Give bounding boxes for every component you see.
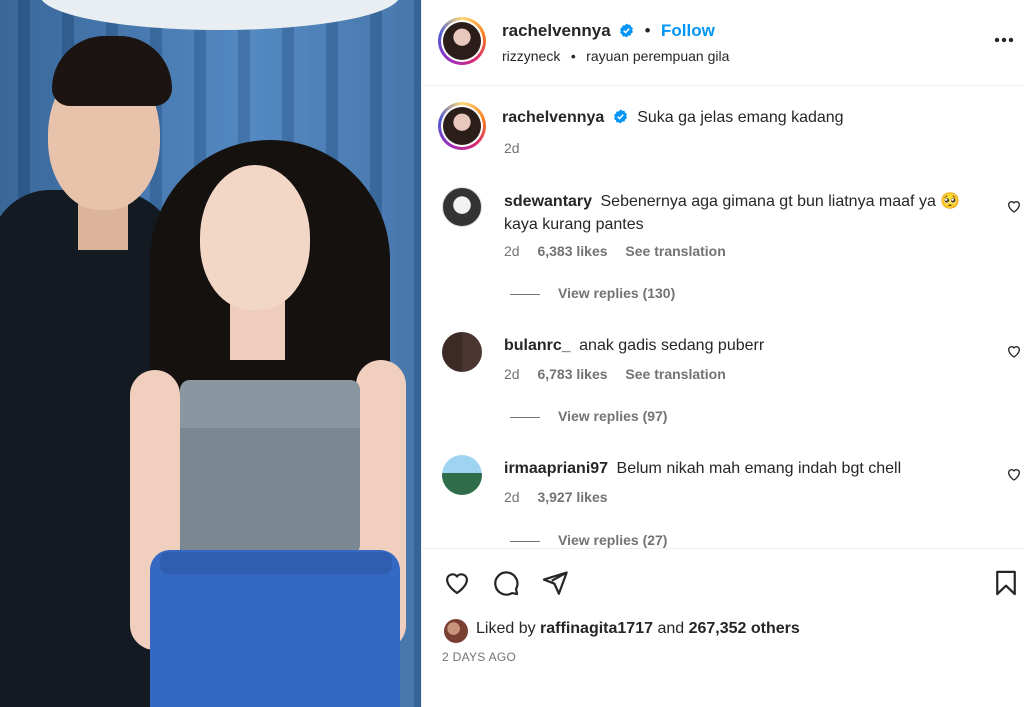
audio-separator: • xyxy=(570,48,576,64)
see-translation-link[interactable]: See translation xyxy=(625,366,725,382)
comment-text: Sebenernya aga gimana gt bun liatnya maa… xyxy=(600,193,961,210)
share-send-icon[interactable] xyxy=(541,569,569,597)
caption: rachelvennya Suka ga jelas emang kadang xyxy=(502,109,844,127)
post-media-photo[interactable] xyxy=(0,0,421,707)
comment-avatar[interactable] xyxy=(442,187,482,227)
likes-count[interactable]: 267,352 others xyxy=(689,620,800,637)
woman-face xyxy=(200,165,310,310)
post-timestamp[interactable]: 2 DAYS AGO xyxy=(442,650,516,664)
comment-like-heart-icon[interactable] xyxy=(1006,466,1022,482)
verified-badge-icon xyxy=(620,23,634,38)
comment-text-line2: kaya kurang pantes xyxy=(504,216,644,233)
audio-title[interactable]: rayuan perempuan gila xyxy=(586,48,729,64)
caption-avatar[interactable] xyxy=(438,102,486,150)
view-replies-label: View replies (97) xyxy=(558,408,668,424)
liked-by-text: Liked by raffinagita1717 and 267,352 oth… xyxy=(476,620,800,638)
comment-likes[interactable]: 6,383 likes xyxy=(537,243,607,259)
author-avatar[interactable] xyxy=(438,17,486,65)
author-username[interactable]: rachelvennya xyxy=(502,21,611,40)
caption-username[interactable]: rachelvennya xyxy=(502,109,604,126)
jeans-waistband xyxy=(160,552,392,574)
comment-meta: 2d 6,383 likes See translation xyxy=(504,243,726,259)
comment-row: bulanrc_ anak gadis sedang puberr xyxy=(504,334,764,357)
verified-badge-icon xyxy=(613,109,627,124)
like-heart-icon[interactable] xyxy=(443,569,471,597)
comment-like-heart-icon[interactable] xyxy=(1006,198,1022,214)
view-replies-button[interactable]: View replies (130) xyxy=(510,285,675,301)
view-replies-button[interactable]: View replies (97) xyxy=(510,408,667,424)
comment-text: Belum nikah mah emang indah bgt chell xyxy=(616,460,902,477)
comment-avatar[interactable] xyxy=(442,455,482,495)
see-translation-link[interactable]: See translation xyxy=(625,243,725,259)
comment-likes[interactable]: 6,783 likes xyxy=(537,366,607,382)
liked-by-user[interactable]: raffinagita1717 xyxy=(540,620,653,637)
comment-like-heart-icon[interactable] xyxy=(1006,343,1022,359)
follow-button[interactable]: Follow xyxy=(661,21,715,40)
audio-info: rizzyneck • rayuan perempuan gila xyxy=(502,48,729,66)
comment-meta: 2d 3,927 likes xyxy=(504,489,608,505)
caption-text: Suka ga jelas emang kadang xyxy=(637,109,844,126)
comment-meta: 2d 6,783 likes See translation xyxy=(504,366,726,382)
comment-bubble-icon[interactable] xyxy=(492,569,520,597)
post-side-panel: rachelvennya • Follow rizzyneck • rayuan… xyxy=(421,0,1024,707)
view-replies-button[interactable]: View replies (27) xyxy=(510,532,667,548)
comment-text: anak gadis sedang puberr xyxy=(579,337,765,354)
liked-by-prefix: Liked by xyxy=(476,620,536,637)
comment-username[interactable]: bulanrc_ xyxy=(504,337,571,354)
post-header: rachelvennya • Follow rizzyneck • rayuan… xyxy=(422,0,1024,86)
comment-username[interactable]: irmaapriani97 xyxy=(504,460,608,477)
comment-likes[interactable]: 3,927 likes xyxy=(537,489,607,505)
header-dot: • xyxy=(644,21,651,40)
liked-by-and: and xyxy=(657,620,685,637)
comment-username[interactable]: sdewantary xyxy=(504,193,592,210)
caption-time: 2d xyxy=(504,140,520,156)
header-title-row: rachelvennya • Follow xyxy=(502,21,715,41)
view-replies-label: View replies (130) xyxy=(558,285,676,301)
save-bookmark-icon[interactable] xyxy=(992,569,1020,597)
woman-top-band xyxy=(180,380,360,428)
comments-section[interactable]: rachelvennya Suka ga jelas emang kadang … xyxy=(422,87,1024,548)
comment-row: sdewantary Sebenernya aga gimana gt bun … xyxy=(504,190,984,236)
comment-time: 2d xyxy=(504,243,520,259)
liked-by-avatar[interactable] xyxy=(444,619,468,643)
more-horizontal-icon[interactable] xyxy=(992,28,1016,58)
audio-artist[interactable]: rizzyneck xyxy=(502,48,560,64)
comment-row: irmaapriani97 Belum nikah mah emang inda… xyxy=(504,457,901,480)
comment-time: 2d xyxy=(504,366,520,382)
view-replies-label: View replies (27) xyxy=(558,532,668,548)
comment-time: 2d xyxy=(504,489,520,505)
comment-avatar[interactable] xyxy=(442,332,482,372)
